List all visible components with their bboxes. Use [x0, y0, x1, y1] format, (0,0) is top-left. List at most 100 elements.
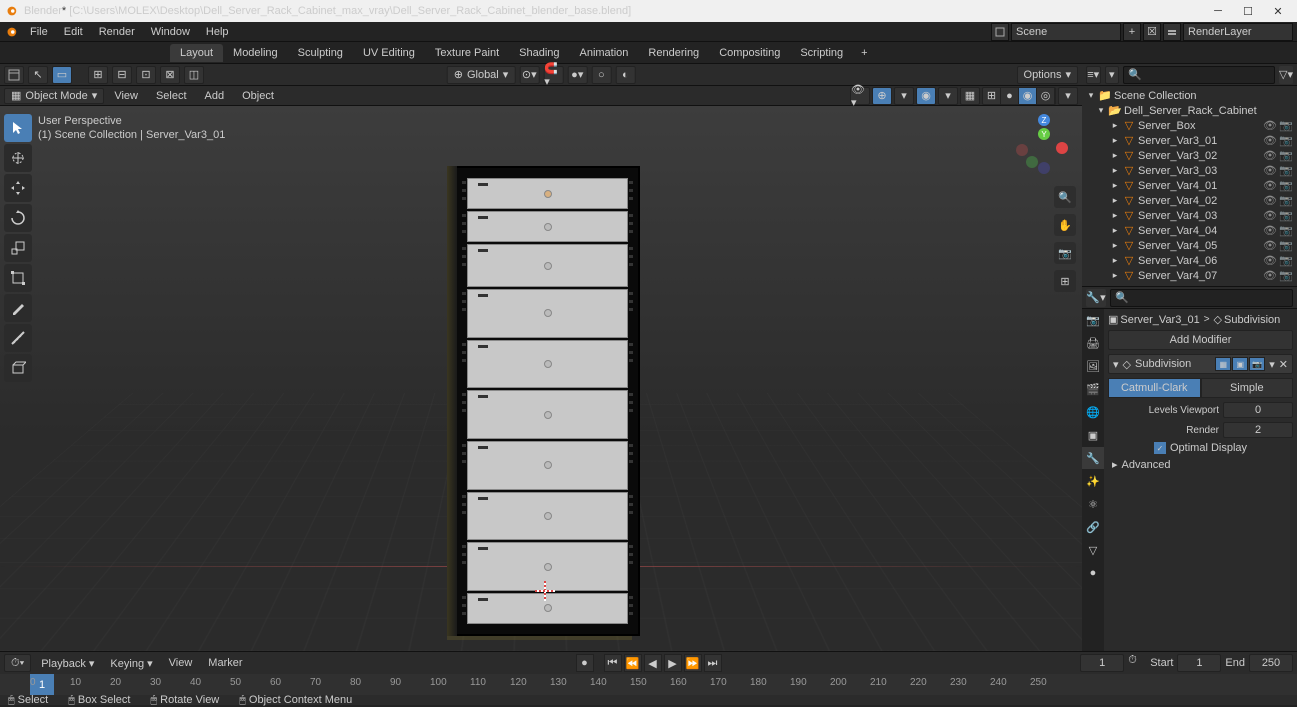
tool-transform[interactable] [4, 264, 32, 292]
camera-icon[interactable]: 📷 [1279, 149, 1293, 162]
prop-tab-constraint[interactable]: 🔗 [1082, 516, 1104, 538]
tab-sculpting[interactable]: Sculpting [288, 44, 353, 62]
gizmo-neg-z[interactable] [1038, 162, 1050, 174]
jump-end-button[interactable]: ⏭ [704, 654, 722, 672]
tool-select-box[interactable] [4, 114, 32, 142]
prop-tab-object[interactable]: ▣ [1082, 424, 1104, 446]
minimize-button[interactable]: ─ [1203, 0, 1233, 22]
prop-tab-particle[interactable]: ✨ [1082, 470, 1104, 492]
snap-dropdown[interactable]: 🧲▾ [543, 66, 563, 84]
properties-editor-type[interactable]: 🔧▾ [1086, 289, 1106, 307]
vp-menu-object[interactable]: Object [234, 90, 282, 102]
shading-solid[interactable]: ● [1001, 88, 1019, 104]
close-button[interactable]: ✕ [1263, 0, 1293, 22]
tool-measure[interactable] [4, 324, 32, 352]
server-rack-model[interactable] [455, 166, 640, 636]
snap-toggle-3[interactable]: ⊡ [136, 66, 156, 84]
start-frame-input[interactable]: 1 [1177, 654, 1221, 672]
prop-tab-scene[interactable]: 🎬 [1082, 378, 1104, 400]
add-modifier-button[interactable]: Add Modifier [1108, 330, 1293, 350]
mode-dropdown[interactable]: ▦Object Mode▾ [4, 88, 104, 104]
tab-uv-editing[interactable]: UV Editing [353, 44, 425, 62]
eye-icon[interactable]: 👁 [1263, 239, 1277, 252]
select-tool-icon[interactable]: ▭ [52, 66, 72, 84]
outliner-tree[interactable]: ▾📁Scene Collection ▾📂Dell_Server_Rack_Ca… [1082, 86, 1297, 286]
scene-delete-button[interactable]: ☒ [1143, 23, 1161, 41]
eye-icon[interactable]: 👁 [1263, 179, 1277, 192]
optimal-display-checkbox[interactable]: ✓Optimal Display [1108, 442, 1293, 454]
eye-icon[interactable]: 👁 [1263, 254, 1277, 267]
properties-search-input[interactable] [1110, 289, 1293, 307]
outliner-item[interactable]: ▸▽Server_Var3_03👁📷 [1082, 163, 1297, 178]
add-workspace-button[interactable]: + [853, 44, 875, 62]
gizmo-neg-y[interactable] [1026, 156, 1038, 168]
outliner-item[interactable]: ▸▽Server_Var3_02👁📷 [1082, 148, 1297, 163]
tool-cursor[interactable] [4, 144, 32, 172]
scene-browse-button[interactable] [991, 23, 1009, 41]
scene-name-input[interactable] [1011, 23, 1121, 41]
gizmo-z-axis[interactable]: Z [1038, 114, 1050, 126]
vp-menu-select[interactable]: Select [148, 90, 195, 102]
shading-material[interactable]: ◉ [1019, 88, 1037, 104]
outliner-item[interactable]: ▸▽Server_Var4_04👁📷 [1082, 223, 1297, 238]
eye-icon[interactable]: 👁 [1263, 194, 1277, 207]
menu-file[interactable]: File [22, 26, 56, 38]
perspective-toggle-button[interactable]: ⊞ [1054, 270, 1076, 292]
camera-icon[interactable]: 📷 [1279, 179, 1293, 192]
eye-icon[interactable]: 👁 [1263, 134, 1277, 147]
overlay-dropdown[interactable]: ▾ [938, 87, 958, 105]
jump-next-key-button[interactable]: ⏩ [684, 654, 702, 672]
outliner-item[interactable]: ▸▽Server_Var4_01👁📷 [1082, 178, 1297, 193]
menu-help[interactable]: Help [198, 26, 237, 38]
play-button[interactable]: ▶ [664, 654, 682, 672]
camera-icon[interactable]: 📷 [1279, 239, 1293, 252]
outliner-search-input[interactable] [1123, 66, 1275, 84]
nav-gizmo[interactable]: Z Y [1014, 114, 1070, 170]
gizmo-x-axis[interactable] [1056, 142, 1068, 154]
current-frame-input[interactable]: 1 [1080, 654, 1124, 672]
viewlayer-browse-button[interactable] [1163, 23, 1181, 41]
camera-icon[interactable]: 📷 [1279, 164, 1293, 177]
camera-icon[interactable]: 📷 [1279, 119, 1293, 132]
prop-tab-material[interactable]: ● [1082, 562, 1104, 584]
outliner-item[interactable]: ▸▽Server_Box👁📷 [1082, 118, 1297, 133]
tab-compositing[interactable]: Compositing [709, 44, 790, 62]
auto-key-button[interactable]: ● [576, 654, 594, 672]
prop-tab-physics[interactable]: ⚛ [1082, 493, 1104, 515]
tab-modeling[interactable]: Modeling [223, 44, 288, 62]
shading-dropdown[interactable]: ▾ [1058, 87, 1078, 105]
outliner-item[interactable]: ▸▽Server_Var4_02👁📷 [1082, 193, 1297, 208]
tab-scripting[interactable]: Scripting [790, 44, 853, 62]
eye-icon[interactable]: 👁 [1263, 149, 1277, 162]
outliner-item[interactable]: ▸▽Server_Var4_07👁📷 [1082, 268, 1297, 283]
cursor-tool-icon[interactable]: ↖ [28, 66, 48, 84]
render-levels-input[interactable]: 2 [1223, 422, 1293, 438]
gizmo-neg-x[interactable] [1016, 144, 1028, 156]
pan-button[interactable]: ✋ [1054, 214, 1076, 236]
mod-dropdown[interactable]: ▾ [1269, 358, 1275, 371]
timeline-menu-playback[interactable]: Playback ▾ [35, 657, 100, 670]
pivot-dropdown[interactable]: ⊙▾ [519, 66, 539, 84]
tab-rendering[interactable]: Rendering [638, 44, 709, 62]
tab-texture-paint[interactable]: Texture Paint [425, 44, 509, 62]
camera-icon[interactable]: 📷 [1279, 224, 1293, 237]
gizmo-dropdown[interactable]: ▾ [894, 87, 914, 105]
mod-display-edit[interactable]: ▦ [1215, 357, 1231, 371]
eye-icon[interactable]: 👁 [1263, 119, 1277, 132]
outliner-item[interactable]: ▸▽Server_Var4_05👁📷 [1082, 238, 1297, 253]
jump-prev-key-button[interactable]: ⏪ [624, 654, 642, 672]
tab-shading[interactable]: Shading [509, 44, 569, 62]
levels-viewport-input[interactable]: 0 [1223, 402, 1293, 418]
snap-toggle-5[interactable]: ◫ [184, 66, 204, 84]
menu-render[interactable]: Render [91, 26, 143, 38]
camera-icon[interactable]: 📷 [1279, 269, 1293, 282]
preview-range-button[interactable]: ⏱ [1128, 654, 1146, 672]
outliner-item[interactable]: ▸▽Server_Var4_03👁📷 [1082, 208, 1297, 223]
outliner-filter-button[interactable]: ▽▾ [1279, 66, 1293, 84]
camera-icon[interactable]: 📷 [1279, 194, 1293, 207]
menu-window[interactable]: Window [143, 26, 198, 38]
modifier-header[interactable]: ▾◇ Subdivision ▦ ▣ 📷 ▾ ✕ [1108, 354, 1293, 374]
orientation-dropdown[interactable]: ⊕Global▾ [447, 66, 516, 84]
gizmo-toggle[interactable]: ⊕ [872, 87, 892, 105]
eye-icon[interactable]: 👁 [1263, 224, 1277, 237]
